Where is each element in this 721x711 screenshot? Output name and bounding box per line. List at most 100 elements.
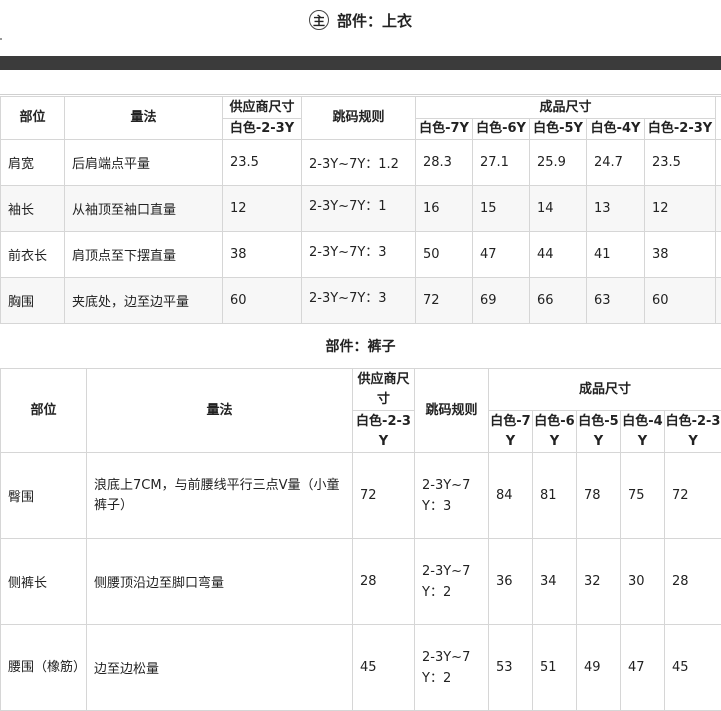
header-part: 部位 [0,368,87,453]
cell-size: 41 [586,231,645,278]
header-rule: 跳码规则 [301,96,416,140]
header-finished: 成品尺寸 [414,96,717,119]
cell-supplier: 45 [352,624,415,711]
cell-size: 72 [415,277,473,324]
cell-size: 25.9 [529,139,587,186]
main-badge-icon: 主 [308,10,329,30]
header-method: 量法 [64,96,223,140]
header-supplier-sub: 白色-2-3Y [352,410,415,453]
cell-rule: 2-3Y~7Y：2 [414,538,489,625]
cell-rule: 2-3Y~7Y：3 [301,277,416,324]
cell-rule: 2-3Y~7Y：3 [414,452,489,539]
header-supplier-sub: 白色-2-3Y [222,118,302,140]
table-row: 袖长 从袖顶至袖口直量 12 2-3Y~7Y：1 16 15 14 13 12 [0,185,721,232]
table-row: 肩宽 后肩端点平量 23.5 2-3Y~7Y：1.2 28.3 27.1 25.… [0,139,721,186]
divider-line [0,94,721,95]
header-size-7y: 白色-7Y [415,118,473,140]
cell-rule: 2-3Y~7Y：1 [301,185,416,232]
size-table-pants: 部位 量法 供应商尺寸 跳码规则 成品尺寸 白色-2-3Y 白色-7Y 白色-6… [0,368,721,711]
cell-size: 53 [488,624,533,711]
cell-rule: 2-3Y~7Y：3 [301,231,416,278]
cell-size: 50 [415,231,473,278]
cell-spacer [715,277,721,324]
cell-part: 腰围（橡筋） [0,624,87,711]
cell-method: 后肩端点平量 [64,139,223,186]
cell-rule: 2-3Y~7Y：2 [414,624,489,711]
header-finished: 成品尺寸 [487,368,721,411]
cell-part: 侧裤长 [0,538,87,625]
cell-size: 27.1 [472,139,530,186]
cell-supplier: 12 [222,185,302,232]
header-supplier: 供应商尺寸 [352,368,415,411]
cell-part: 臀围 [0,452,87,539]
cell-spacer [715,185,721,232]
cell-size: 24.7 [586,139,645,186]
cell-supplier: 28 [352,538,415,625]
header-size-2-3y: 白色-2-3Y [643,118,717,140]
cell-size: 30 [620,538,665,625]
section-title-pants: 部件：裤子 [0,324,721,368]
header-spacer [715,96,721,140]
cell-size: 14 [529,185,587,232]
header-size-5y: 白色-5Y [576,410,621,453]
cell-size: 44 [529,231,587,278]
divider-band [0,56,721,70]
header-size-2-3y: 白色-2-3Y [663,410,721,453]
table-row: 胸围 夹底处，边至边平量 60 2-3Y~7Y：3 72 69 66 63 60 [0,277,721,324]
cell-size: 28 [663,538,721,625]
cell-method: 边至边松量 [86,624,353,711]
cell-size: 66 [529,277,587,324]
cell-size: 84 [488,452,533,539]
header-size-6y: 白色-6Y [532,410,577,453]
cell-method: 侧腰顶沿边至脚口弯量 [86,538,353,625]
cell-part: 袖长 [0,185,65,232]
cell-size: 15 [472,185,530,232]
cell-size: 51 [532,624,577,711]
cell-size: 47 [472,231,530,278]
cell-size: 72 [663,452,721,539]
cell-size: 69 [472,277,530,324]
cell-part: 肩宽 [0,139,65,186]
table-row: 侧裤长 侧腰顶沿边至脚口弯量 28 2-3Y~7Y：2 36 34 32 30 … [0,538,721,625]
cell-size: 23.5 [643,139,717,186]
header-size-6y: 白色-6Y [472,118,530,140]
cell-method: 肩顶点至下摆直量 [64,231,223,278]
cell-size: 34 [532,538,577,625]
cell-supplier: 38 [222,231,302,278]
header-size-7y: 白色-7Y [488,410,533,453]
cell-method: 从袖顶至袖口直量 [64,185,223,232]
cell-size: 47 [620,624,665,711]
cell-spacer [715,139,721,186]
cell-size: 32 [576,538,621,625]
cell-size: 16 [415,185,473,232]
cell-size: 60 [643,277,717,324]
cell-size: 75 [620,452,665,539]
cell-method: 浪底上7CM，与前腰线平行三点V量（小童裤子） [86,452,353,539]
cell-size: 63 [586,277,645,324]
edge-marker [0,38,2,40]
cell-supplier: 72 [352,452,415,539]
cell-spacer [715,231,721,278]
header-part: 部位 [0,96,65,140]
section-header-top: 主 部件：上衣 [0,0,721,40]
size-table-top: 部位 量法 供应商尺寸 跳码规则 成品尺寸 白色-2-3Y 白色-7Y 白色-6… [0,96,721,324]
cell-supplier: 60 [222,277,302,324]
header-rule: 跳码规则 [414,368,489,453]
header-method: 量法 [86,368,353,453]
cell-part: 胸围 [0,277,65,324]
section-title-top: 部件：上衣 [336,11,412,30]
cell-size: 28.3 [415,139,473,186]
cell-size: 78 [576,452,621,539]
cell-size: 38 [643,231,717,278]
cell-size: 81 [532,452,577,539]
header-size-4y: 白色-4Y [620,410,665,453]
table-row: 前衣长 肩顶点至下摆直量 38 2-3Y~7Y：3 50 47 44 41 38 [0,231,721,278]
cell-method: 夹底处，边至边平量 [64,277,223,324]
cell-rule: 2-3Y~7Y：1.2 [301,139,416,186]
cell-supplier: 23.5 [222,139,302,186]
table-row: 臀围 浪底上7CM，与前腰线平行三点V量（小童裤子） 72 2-3Y~7Y：3 … [0,452,721,539]
cell-size: 13 [586,185,645,232]
cell-size: 45 [663,624,721,711]
header-size-5y: 白色-5Y [529,118,587,140]
cell-part: 前衣长 [0,231,65,278]
